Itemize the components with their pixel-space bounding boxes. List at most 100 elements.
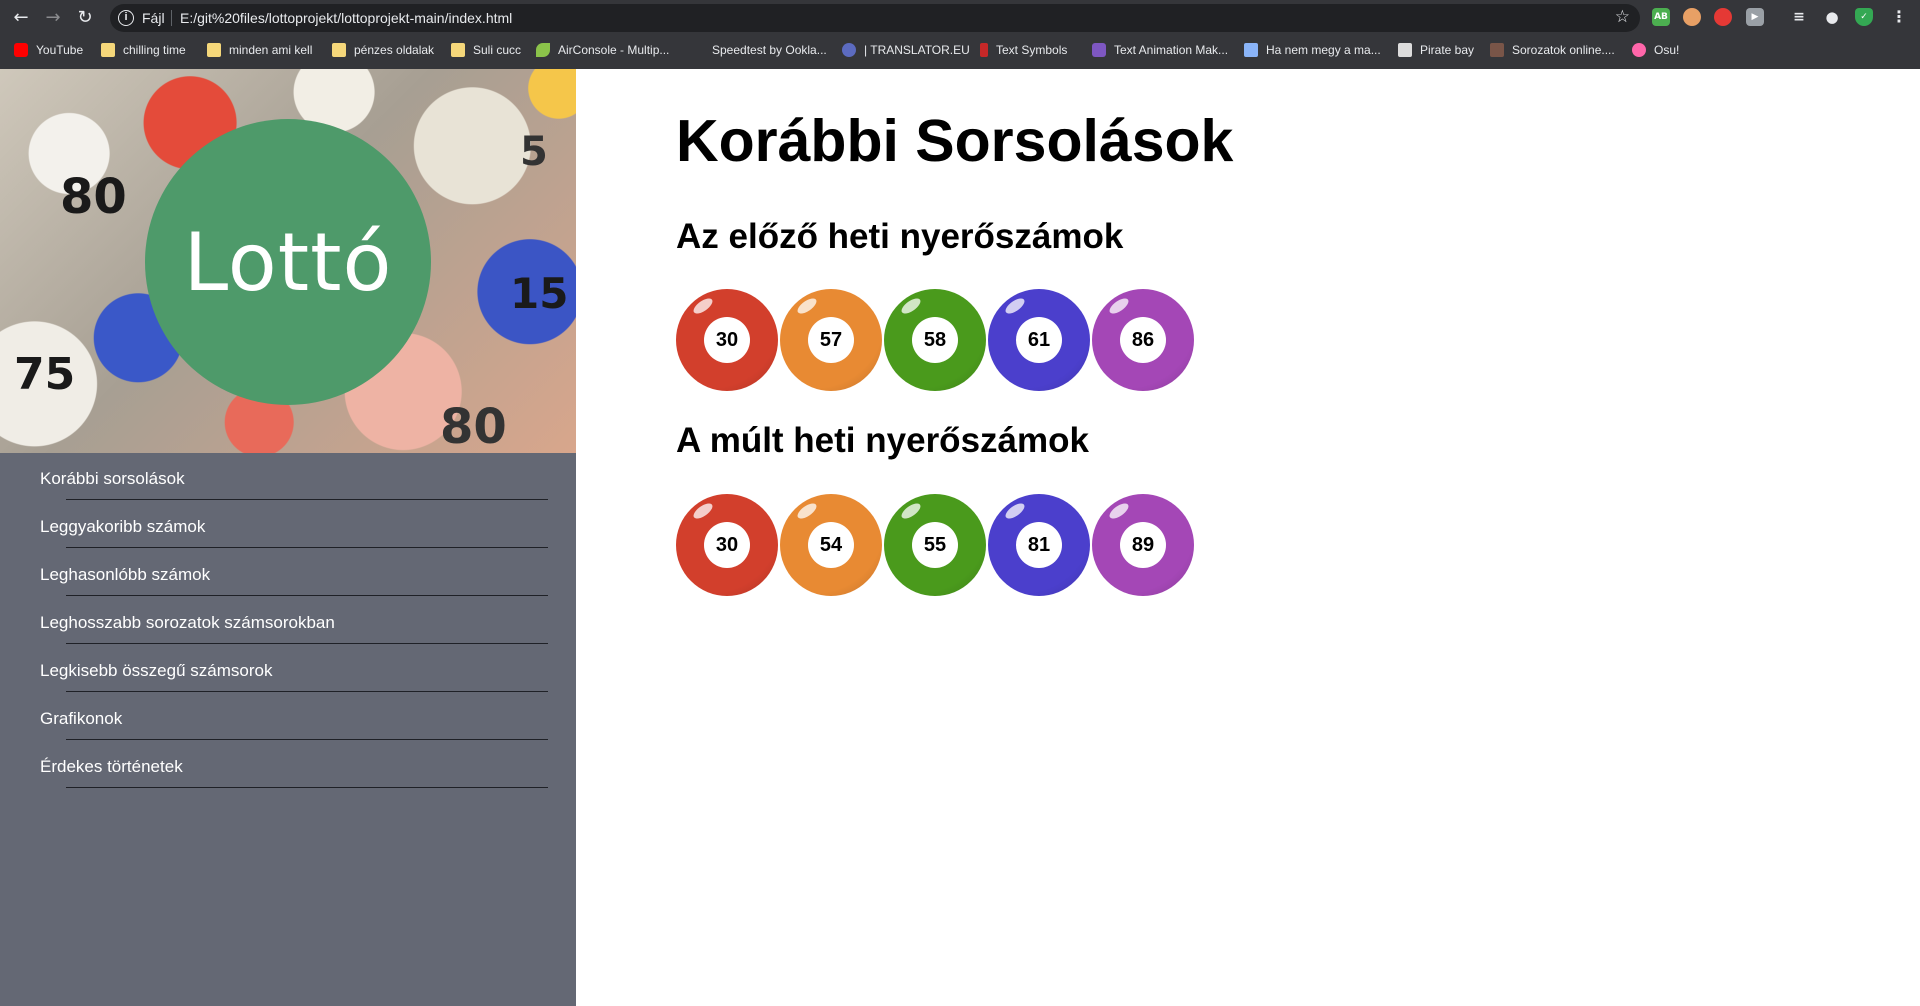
pirate-bay-icon [1398, 43, 1412, 57]
bookmark-label: Ha nem megy a ma... [1266, 43, 1381, 57]
bookmark-star-icon[interactable]: ☆ [1615, 7, 1630, 27]
address-divider [171, 10, 172, 26]
sidebar-item-korabbi-sorsolasok[interactable]: Korábbi sorsolások [0, 453, 576, 501]
sidebar-item-label[interactable]: Grafikonok [40, 709, 122, 729]
ublock-extension-icon[interactable] [1714, 8, 1732, 26]
bookmark-label: Speedtest by Ookla... [712, 43, 827, 57]
ball-number: 30 [704, 522, 750, 568]
bookmark-label: YouTube [36, 43, 84, 57]
sidebar-item-label[interactable]: Leghosszabb sorozatok számsorokban [40, 613, 335, 633]
bookmark-translator[interactable]: | TRANSLATOR.EU [842, 41, 970, 59]
sidebar-item-label[interactable]: Érdekes történetek [40, 757, 183, 777]
airconsole-icon [536, 43, 550, 57]
ball-number: 81 [1016, 522, 1062, 568]
ball-number: 58 [912, 317, 958, 363]
bookmark-label: Osu! [1654, 43, 1680, 57]
bookmark-osu[interactable]: Osu! [1632, 41, 1679, 59]
bookmark-label: chilling time [123, 43, 186, 57]
lottery-balls-hero-image: 80 5 75 80 15 Lottó [0, 69, 576, 453]
lotto-logo[interactable]: Lottó [145, 119, 431, 405]
sidebar-item-label[interactable]: Leghasonlóbb számok [40, 565, 210, 585]
bookmark-speedtest[interactable]: Speedtest by Ookla... [690, 41, 827, 59]
bookmark-label: AirConsole - Multip... [558, 43, 670, 57]
c-icon [1244, 43, 1258, 57]
bookmark-penzes-oldalak[interactable]: pénzes oldalak [332, 41, 434, 59]
url-text[interactable]: E:/git%20files/lottoprojekt/lottoprojekt… [180, 10, 512, 26]
shield-extension-icon[interactable]: ✓ [1855, 8, 1873, 26]
osu-icon [1632, 43, 1646, 57]
address-bar[interactable]: i Fájl E:/git%20files/lottoprojekt/lotto… [110, 4, 1640, 32]
sidebar-item-leghasonlobb-szamok[interactable]: Leghasonlóbb számok [0, 549, 576, 597]
ball-number: 55 [912, 522, 958, 568]
bookmark-minden-ami-kell[interactable]: minden ami kell [207, 41, 312, 59]
bookmark-airconsole[interactable]: AirConsole - Multip... [536, 41, 669, 59]
menu-divider [66, 787, 548, 788]
profile-icon[interactable]: ● [1823, 8, 1841, 26]
bookmark-text-animation[interactable]: Text Animation Mak... [1092, 41, 1228, 59]
menu-divider [66, 547, 548, 548]
speedtest-icon [690, 43, 704, 57]
lottery-ball: 55 [884, 494, 986, 596]
ball-number: 86 [1120, 317, 1166, 363]
menu-kebab-icon[interactable]: ⋮ [1890, 8, 1908, 26]
bookmark-sorozatok[interactable]: Sorozatok online.... [1490, 41, 1615, 59]
ball-number: 30 [704, 317, 750, 363]
ball-number: 54 [808, 522, 854, 568]
folder-icon [101, 43, 115, 57]
video-extension-icon[interactable]: ▶ [1746, 8, 1764, 26]
sidebar-item-label[interactable]: Leggyakoribb számok [40, 517, 205, 537]
text-animation-icon [1092, 43, 1106, 57]
bookmark-label: minden ami kell [229, 43, 313, 57]
winning-numbers-last-week: 30 54 55 81 89 [676, 494, 1216, 598]
bookmark-label: | TRANSLATOR.EU [864, 43, 970, 57]
bookmark-label: Text Animation Mak... [1114, 43, 1229, 57]
sidebar-item-erdekes-tortenetek[interactable]: Érdekes történetek [0, 741, 576, 789]
sidebar-item-label[interactable]: Korábbi sorsolások [40, 469, 185, 489]
reload-button[interactable]: ↻ [74, 7, 96, 29]
sidebar-item-grafikonok[interactable]: Grafikonok [0, 693, 576, 741]
bookmark-text-symbols[interactable]: Text Symbols [980, 41, 1067, 59]
lottery-ball: 30 [676, 494, 778, 596]
winning-numbers-previous-week: 30 57 58 61 86 [676, 289, 1216, 393]
page-title: Korábbi Sorsolások [676, 108, 1234, 174]
sidebar-menu: Korábbi sorsolások Leggyakoribb számok L… [0, 453, 576, 789]
youtube-icon [14, 43, 28, 57]
sb-icon [1490, 43, 1504, 57]
bookmark-label: Text Symbols [996, 43, 1068, 57]
ball-number: 57 [808, 317, 854, 363]
back-button[interactable]: ← [10, 7, 32, 29]
bookmark-label: Suli cucc [473, 43, 522, 57]
bookmark-ha-nem-megy[interactable]: Ha nem megy a ma... [1244, 41, 1381, 59]
bookmark-chilling-time[interactable]: chilling time [101, 41, 186, 59]
adblock-extension-icon[interactable]: AB [1652, 8, 1670, 26]
sidebar: 80 5 75 80 15 Lottó Korábbi sorsolások L… [0, 69, 576, 1006]
lottery-ball: 86 [1092, 289, 1194, 391]
lottery-ball: 54 [780, 494, 882, 596]
lottery-ball: 89 [1092, 494, 1194, 596]
lottery-ball: 61 [988, 289, 1090, 391]
menu-divider [66, 595, 548, 596]
sidebar-item-leggyakoribb-szamok[interactable]: Leggyakoribb számok [0, 501, 576, 549]
lottery-ball: 58 [884, 289, 986, 391]
bookmark-youtube[interactable]: YouTube [14, 41, 83, 59]
text-symbols-icon [980, 43, 988, 57]
forward-button[interactable]: → [42, 7, 64, 29]
translator-icon [842, 43, 856, 57]
sidebar-item-leghosszabb-sorozatok[interactable]: Leghosszabb sorozatok számsorokban [0, 597, 576, 645]
lottery-ball: 81 [988, 494, 1090, 596]
reading-list-icon[interactable]: ≡ [1790, 8, 1808, 26]
section-title-last-week: A múlt heti nyerőszámok [676, 421, 1089, 460]
bookmark-suli-cucc[interactable]: Suli cucc [451, 41, 521, 59]
site-info-icon[interactable]: i [118, 10, 134, 26]
extension-icon[interactable] [1683, 8, 1701, 26]
sidebar-item-label[interactable]: Legkisebb összegű számsorok [40, 661, 272, 681]
lottery-ball: 30 [676, 289, 778, 391]
bookmarks-bar: YouTube chilling time minden ami kell pé… [0, 38, 1920, 62]
section-title-previous-week: Az előző heti nyerőszámok [676, 217, 1124, 256]
lottery-ball: 57 [780, 289, 882, 391]
menu-divider [66, 739, 548, 740]
menu-divider [66, 643, 548, 644]
sidebar-item-legkisebb-osszegu[interactable]: Legkisebb összegű számsorok [0, 645, 576, 693]
folder-icon [332, 43, 346, 57]
bookmark-pirate-bay[interactable]: Pirate bay [1398, 41, 1474, 59]
